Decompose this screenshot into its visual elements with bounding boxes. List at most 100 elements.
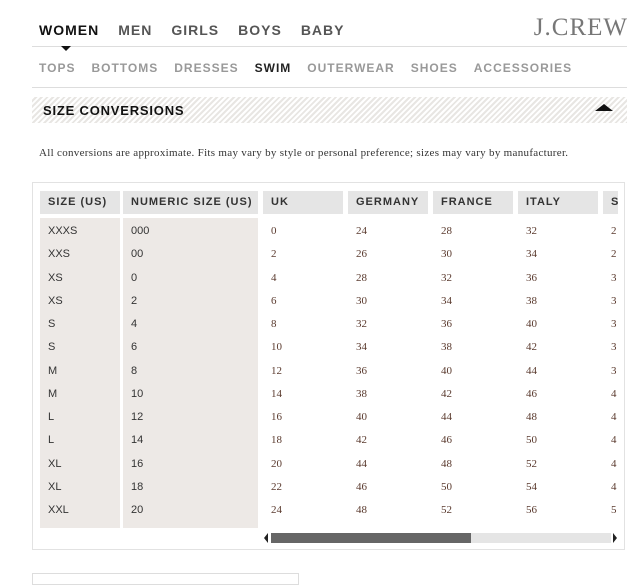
table-cell: XL: [48, 457, 62, 470]
size-table: SIZE (US) NUMERIC SIZE (US) UK GERMANY FRANC…: [33, 183, 618, 528]
subcategory-swim[interactable]: SWIM: [255, 61, 292, 75]
table-cell: 18: [131, 480, 144, 493]
table-cell: 0: [131, 271, 138, 284]
table-cell: 30: [441, 248, 452, 261]
table-cell: 44: [441, 411, 452, 423]
subcategory-shoes[interactable]: SHOES: [411, 61, 458, 75]
table-cell: 36: [526, 271, 537, 284]
table-cell: 16: [131, 457, 144, 470]
table-cell: 2: [271, 248, 277, 261]
category-men[interactable]: MEN: [118, 22, 152, 38]
subcategory-accessories[interactable]: ACCESSORIES: [474, 61, 572, 75]
table-cell: 3: [611, 318, 617, 330]
table-cell: M: [48, 387, 58, 400]
table-cell: 54: [526, 480, 537, 493]
table-cell: 10: [131, 387, 144, 400]
table-cell: 40: [441, 364, 452, 377]
table-cell: 42: [441, 387, 452, 400]
category-baby[interactable]: BABY: [301, 22, 345, 38]
column-header: UK: [263, 191, 343, 214]
table-cell: 4: [611, 480, 617, 493]
collapse-caret-icon[interactable]: [595, 104, 613, 111]
table-cell: 20: [271, 457, 282, 470]
table-cell: 00: [131, 248, 144, 261]
table-cell: 40: [356, 411, 367, 423]
table-cell: 12: [271, 364, 282, 377]
subcategory-outerwear[interactable]: OUTERWEAR: [307, 61, 394, 75]
table-cell: 44: [356, 457, 367, 470]
table-cell: XXS: [48, 248, 71, 261]
table-cell: 42: [526, 341, 537, 354]
table-cell: 24: [356, 225, 367, 237]
table-cell: 3: [611, 341, 617, 354]
table-cell: 24: [271, 504, 282, 516]
table-cell: 48: [441, 457, 452, 470]
table-cell: 000: [131, 225, 150, 237]
table-cell: 32: [356, 318, 367, 330]
scrollbar-thumb[interactable]: [271, 533, 471, 543]
table-cell: XS: [48, 271, 63, 284]
table-cell: 32: [441, 271, 452, 284]
table-cell: 8: [131, 364, 138, 377]
table-cell: 46: [441, 434, 452, 447]
divider: [32, 87, 627, 88]
divider: [32, 46, 627, 47]
table-cell: 14: [271, 387, 282, 400]
scroll-left-arrow-icon[interactable]: [264, 533, 268, 543]
subcategory-bottoms[interactable]: BOTTOMS: [91, 61, 158, 75]
jcrew-logo[interactable]: J.CREW: [534, 14, 628, 42]
table-cell: 3: [611, 294, 617, 307]
table-cell: L: [48, 411, 55, 423]
table-cell: 8: [271, 318, 277, 330]
table-cell: 28: [441, 225, 452, 237]
table-cell: 3: [611, 271, 617, 284]
table-cell: 4: [611, 411, 617, 423]
table-cell: S: [48, 341, 56, 354]
table-cell: XXXS: [48, 225, 78, 237]
table-cell: 5: [611, 504, 617, 516]
conversion-note: All conversions are approximate. Fits ma…: [39, 147, 569, 159]
category-women[interactable]: WOMEN: [39, 22, 99, 38]
table-cell: 48: [526, 411, 537, 423]
subcategory-tops[interactable]: TOPS: [39, 61, 75, 75]
subcategory-dresses[interactable]: DRESSES: [174, 61, 238, 75]
active-category-caret-icon: [61, 46, 71, 51]
table-cell: 26: [356, 248, 367, 261]
table-cell: 36: [441, 318, 452, 330]
table-cell: 10: [271, 341, 282, 354]
table-cell: 12: [131, 411, 144, 423]
table-cell: 3: [611, 364, 617, 377]
table-cell: XXL: [48, 504, 69, 516]
section-title: SIZE CONVERSIONS: [43, 103, 185, 118]
table-cell: 52: [526, 457, 537, 470]
table-cell: 32: [526, 225, 537, 237]
column-header: S: [603, 191, 618, 214]
table-cell: 20: [131, 504, 144, 516]
table-cell: 4: [611, 387, 617, 400]
table-cell: 34: [441, 294, 452, 307]
table-cell: 4: [131, 318, 138, 330]
table-cell: 50: [441, 480, 452, 493]
table-cell: XS: [48, 294, 63, 307]
column-shade: [123, 218, 258, 528]
bottom-box: [32, 573, 299, 585]
table-cell: 2: [611, 225, 617, 237]
table-cell: 2: [131, 294, 138, 307]
table-cell: 38: [356, 387, 367, 400]
table-cell: 34: [356, 341, 367, 354]
category-girls[interactable]: GIRLS: [171, 22, 219, 38]
category-boys[interactable]: BOYS: [238, 22, 282, 38]
table-cell: S: [48, 318, 56, 330]
table-cell: 48: [356, 504, 367, 516]
table-cell: 40: [526, 318, 537, 330]
table-cell: 38: [441, 341, 452, 354]
table-cell: 36: [356, 364, 367, 377]
table-cell: 16: [271, 411, 282, 423]
scroll-right-arrow-icon[interactable]: [613, 533, 617, 543]
table-cell: 52: [441, 504, 452, 516]
column-header: FRANCE: [433, 191, 513, 214]
table-cell: 18: [271, 434, 282, 447]
table-cell: XL: [48, 480, 62, 493]
table-cell: L: [48, 434, 55, 447]
column-header: NUMERIC SIZE (US): [123, 191, 258, 214]
